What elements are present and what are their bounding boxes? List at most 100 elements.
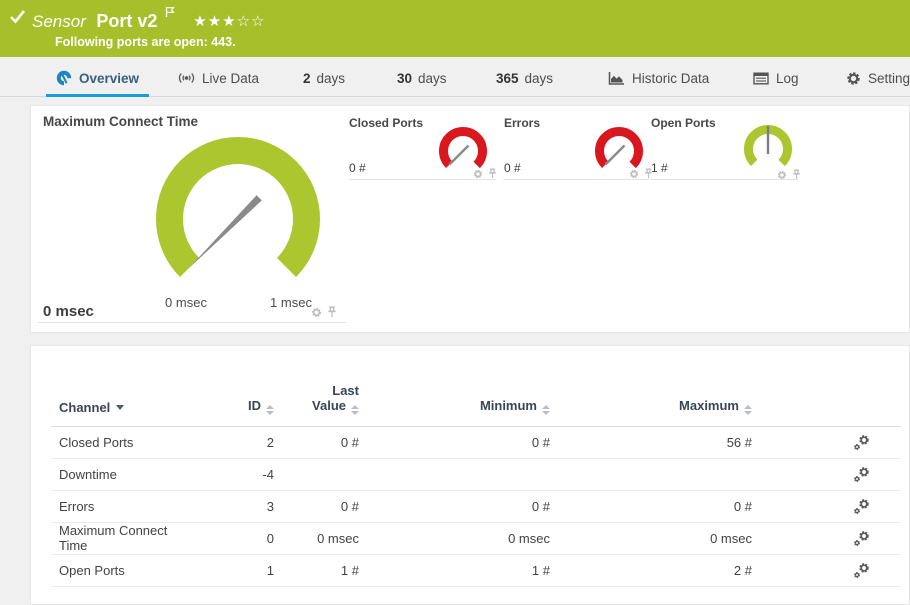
- table-header-row: Channel ID Last Value Minimum Maximum: [51, 346, 901, 427]
- tab-number: 365: [496, 70, 519, 86]
- tab-overview[interactable]: Overview: [46, 62, 150, 97]
- channel-maximum: 56 #: [553, 426, 755, 459]
- tab-label: days: [316, 70, 346, 86]
- mini-gauge-title: Closed Ports: [349, 116, 424, 130]
- cell-divider: [37, 322, 347, 323]
- channels-panel: Channel ID Last Value Minimum Maximum Clo…: [30, 345, 910, 605]
- channel-settings-icon[interactable]: [853, 562, 870, 579]
- gauge-icon: [56, 70, 72, 86]
- gauge-needle: [188, 195, 262, 269]
- tab-365-days[interactable]: 365 days: [486, 62, 563, 97]
- mini-gauge-value: 0 #: [349, 161, 366, 175]
- mini-gauge-title: Open Ports: [651, 116, 716, 130]
- priority-flag-icon[interactable]: [165, 6, 175, 18]
- channel-settings-icon[interactable]: [853, 434, 870, 451]
- tab-label: Log: [776, 70, 799, 86]
- table-row: Maximum Connect Time 0 0 msec 0 msec 0 m…: [51, 522, 901, 555]
- channel-last-value: 0 #: [277, 490, 362, 523]
- channel-maximum: 0 #: [553, 490, 755, 523]
- channel-settings-icon[interactable]: [853, 498, 870, 515]
- tab-label: Settings: [868, 70, 910, 86]
- channel-id: 0: [196, 522, 277, 555]
- column-header-last-value[interactable]: Last Value: [277, 346, 362, 427]
- tab-log[interactable]: Log: [743, 62, 809, 97]
- cell-divider: [503, 179, 649, 180]
- live-data-icon: [178, 73, 195, 83]
- channel-last-value: 1 #: [277, 554, 362, 587]
- big-gauge-value: 0 msec: [43, 303, 94, 320]
- tab-live-data[interactable]: Live Data: [168, 62, 269, 97]
- tab-label: days: [418, 70, 447, 86]
- maximum-connect-time-gauge: [155, 136, 321, 277]
- channel-last-value: 0 #: [277, 426, 362, 459]
- table-row: Open Ports 1 1 # 1 # 2 #: [51, 554, 901, 587]
- channel-minimum: 0 #: [362, 490, 553, 523]
- tab-label: Overview: [79, 70, 140, 86]
- sort-icon: [744, 404, 752, 415]
- table-row: Closed Ports 2 0 # 0 # 56 #: [51, 426, 901, 459]
- tab-number: 30: [397, 70, 413, 86]
- sort-icon: [542, 404, 550, 415]
- gear-icon: [846, 71, 861, 86]
- sort-icon: [266, 404, 274, 415]
- priority-stars[interactable]: ★★★☆☆: [193, 13, 265, 30]
- tab-label: Historic Data: [632, 70, 710, 86]
- pin-icon[interactable]: [327, 306, 337, 318]
- page-title: Port v2: [96, 11, 158, 31]
- mini-gauge-value: 0 #: [504, 161, 521, 175]
- channel-name: Errors: [51, 490, 196, 523]
- channel-minimum: 1 #: [362, 554, 553, 587]
- gauge-settings-icon[interactable]: [311, 307, 322, 318]
- sensor-type-label: Sensor: [32, 12, 86, 31]
- column-header-id[interactable]: ID: [196, 346, 277, 427]
- tab-label: days: [524, 70, 554, 86]
- channel-minimum: 0 msec: [362, 522, 553, 555]
- sort-desc-icon: [116, 404, 125, 410]
- channel-maximum: 2 #: [553, 554, 755, 587]
- channel-minimum: [362, 458, 553, 491]
- gauge-settings-icon[interactable]: [473, 169, 483, 179]
- channel-maximum: 0 msec: [553, 522, 755, 555]
- cell-divider: [651, 179, 798, 180]
- gauge-settings-icon[interactable]: [629, 169, 639, 179]
- channel-name: Closed Ports: [51, 426, 196, 459]
- tab-number: 2: [303, 70, 311, 86]
- cell-divider: [349, 179, 496, 180]
- channel-id: -4: [196, 458, 277, 491]
- tab-2-days[interactable]: 2 days: [293, 62, 355, 97]
- channel-id: 3: [196, 490, 277, 523]
- mini-gauge-title: Errors: [504, 116, 541, 130]
- mini-gauge-value: 1 #: [651, 161, 668, 175]
- channel-last-value: 0 msec: [277, 522, 362, 555]
- column-header-maximum[interactable]: Maximum: [553, 346, 755, 427]
- gauges-panel: Maximum Connect Time 0 msec 1 msec 0 mse…: [30, 105, 910, 333]
- tab-label: Live Data: [202, 70, 260, 86]
- channel-last-value: [277, 458, 362, 491]
- gauge-scale-min: 0 msec: [165, 295, 207, 310]
- status-ok-check-icon: [10, 10, 26, 24]
- gauge-settings-icon[interactable]: [777, 170, 787, 180]
- pin-icon[interactable]: [488, 168, 497, 179]
- gauge-needle: [604, 144, 626, 166]
- channel-id: 1: [196, 554, 277, 587]
- channel-settings-icon[interactable]: [853, 530, 870, 547]
- tab-settings[interactable]: Settings: [836, 62, 910, 97]
- gauge-needle: [448, 144, 470, 166]
- sort-icon: [351, 404, 359, 415]
- tab-historic-data[interactable]: Historic Data: [598, 62, 719, 97]
- sensor-status-message: Following ports are open: 443.: [55, 35, 236, 49]
- column-header-channel[interactable]: Channel: [51, 346, 196, 427]
- sensor-header: Sensor Port v2 ★★★☆☆ Following ports are…: [0, 0, 910, 57]
- channel-id: 2: [196, 426, 277, 459]
- channel-settings-icon[interactable]: [853, 466, 870, 483]
- channel-name: Open Ports: [51, 554, 196, 587]
- channels-table: Channel ID Last Value Minimum Maximum Clo…: [51, 346, 901, 587]
- channel-name: Maximum Connect Time: [51, 522, 196, 555]
- column-header-minimum[interactable]: Minimum: [362, 346, 553, 427]
- stars-filled[interactable]: ★★★: [193, 13, 236, 30]
- historic-data-chart-icon: [608, 71, 624, 85]
- channel-name: Downtime: [51, 458, 196, 491]
- tab-30-days[interactable]: 30 days: [387, 62, 457, 97]
- stars-empty[interactable]: ☆☆: [237, 13, 266, 30]
- table-row: Errors 3 0 # 0 # 0 #: [51, 490, 901, 523]
